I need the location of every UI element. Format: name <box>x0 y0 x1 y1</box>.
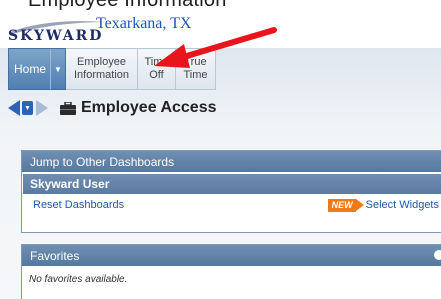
collapse-toggle-icon[interactable] <box>434 250 441 260</box>
dashboards-panel-header: Jump to Other Dashboards <box>22 151 441 172</box>
favorites-empty-message: No favorites available. <box>29 274 128 285</box>
select-widgets-group: NEW Select Widgets <box>327 198 439 212</box>
red-arrow-annotation <box>154 27 277 68</box>
dropdown-icon[interactable]: ▼ <box>22 101 33 115</box>
select-widgets-link[interactable]: Select Widgets <box>366 199 439 211</box>
briefcase-icon <box>60 101 76 115</box>
triangle-right-icon[interactable] <box>36 100 48 116</box>
top-cut-text: Employee Information <box>0 0 441 18</box>
tab-label-line2: Information <box>73 69 130 81</box>
reset-dashboards-link[interactable]: Reset Dashboards <box>33 199 124 211</box>
home-label: Home <box>13 62 46 76</box>
tab-employee-information[interactable]: Employee Information <box>66 48 138 90</box>
favorites-panel: Favorites No favorites available. <box>21 244 441 299</box>
new-badge: NEW <box>327 198 364 212</box>
dashboard-actions-row: Reset Dashboards NEW Select Widgets <box>22 194 441 216</box>
dashboards-panel: Jump to Other Dashboards Skyward User Re… <box>21 150 441 233</box>
cut-heading: Employee Information <box>28 0 227 11</box>
triangle-left-icon[interactable] <box>8 100 20 116</box>
chevron-down-icon[interactable]: ▼ <box>50 49 65 89</box>
tab-label-line1: Employee <box>77 56 126 68</box>
page-heading: ▼ Employee Access <box>8 99 216 117</box>
skyward-logo: SKYWARD <box>8 28 104 44</box>
home-tab[interactable]: Home ▼ <box>8 48 66 90</box>
dashboard-user-item[interactable]: Skyward User <box>23 174 441 194</box>
favorites-panel-header: Favorites <box>22 245 441 266</box>
favorites-title: Favorites <box>30 248 80 263</box>
page-title: Employee Access <box>81 99 217 116</box>
